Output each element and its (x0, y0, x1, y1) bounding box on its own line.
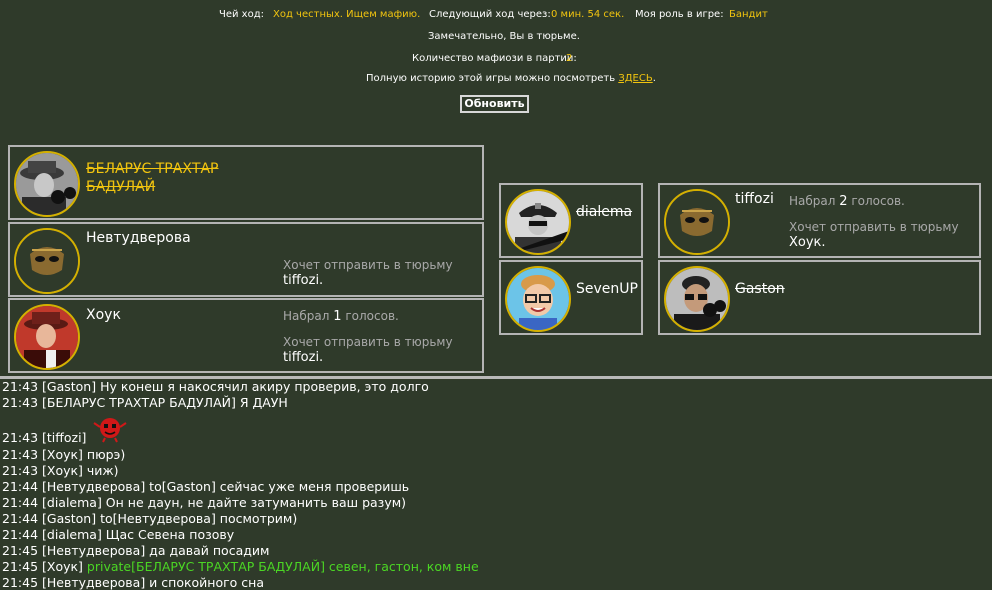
next-turn-info: Следующий ход через: (429, 9, 551, 20)
player-card-houk[interactable]: Хоук Набрал 1 голосов. Хочет отправить в… (8, 298, 484, 373)
next-turn-label: Следующий ход через: (429, 9, 551, 20)
wants-target-houk: tiffozi. (283, 350, 324, 365)
player-card-nevtudverova[interactable]: Невтудверова Хочет отправить в тюрьму ti… (8, 222, 484, 297)
mafia-count-value: 2 (566, 53, 573, 64)
role-label: Моя роль в игре: (635, 9, 724, 20)
chat-line: 21:43 [БЕЛАРУС ТРАХТАР БАДУЛАЙ] Я ДАУН (2, 395, 288, 410)
chat-line: 21:44 [Невтудверова] to[Gaston] сейчас у… (2, 479, 410, 494)
player-card-tiffozi[interactable]: tiffozi Набрал 2 голосов. Хочет отправит… (658, 183, 981, 258)
votes-prefix-tiffozi: Набрал (789, 194, 836, 208)
player-name-sevenup: SevenUP (576, 281, 638, 297)
player-name-dialema: dialema (576, 204, 633, 220)
wants-label-tiffozi: Хочет отправить в тюрьму (789, 220, 959, 234)
turn-info: Чей ход: (219, 9, 264, 20)
chat-line: 21:43 [Хоук] чиж) (2, 463, 119, 478)
chat-line: 21:44 [dialema] Он не даун, не дайте зат… (2, 495, 407, 510)
history-info: Полную историю этой игры можно посмотрет… (366, 73, 656, 84)
avatar-gaston (664, 266, 730, 332)
wants-target-nevtudverova: tiffozi. (283, 273, 324, 288)
chat-line: 21:45 [Хоук] private[БЕЛАРУС ТРАХТАР БАД… (2, 559, 479, 574)
smiley-icon (93, 418, 127, 443)
avatar-houk (14, 304, 80, 370)
history-text: Полную историю этой игры можно посмотрет… (366, 73, 616, 84)
turn-value: Ход честных. Ищем мафию. (273, 9, 421, 20)
chat-log[interactable]: 21:43 [Gaston] Ну конеш я накосячил акир… (0, 379, 992, 590)
player-name-gaston: Gaston (735, 281, 785, 297)
votes-info-houk: Набрал 1 голосов. (283, 309, 399, 324)
turn-label: Чей ход: (219, 9, 265, 20)
next-turn-value-box: 0 мин. 54 сек. (551, 9, 624, 20)
game-panel: Чей ход: Ход честных. Ищем мафию. Следую… (0, 0, 992, 378)
role-info: Моя роль в игре: (635, 9, 724, 20)
player-name-nevtudverova: Невтудверова (86, 230, 191, 246)
player-card-dialema[interactable]: dialema (499, 183, 643, 258)
votes-info-tiffozi: Набрал 2 голосов. (789, 194, 905, 209)
jail-notice: Замечательно, Вы в тюрьме. (428, 31, 580, 42)
wants-label-nevtudverova: Хочет отправить в тюрьму (283, 258, 453, 272)
avatar-sevenup (505, 266, 571, 332)
mafia-count-info: Количество мафиози в партии: (412, 53, 577, 64)
avatar-tiffozi (664, 189, 730, 255)
mafia-count-label: Количество мафиози в партии: (412, 53, 577, 64)
votes-suffix-tiffozi: голосов. (851, 194, 905, 208)
avatar-dialema (505, 189, 571, 255)
votes-prefix-houk: Набрал (283, 309, 330, 323)
jail-text: Замечательно, Вы в тюрьме. (428, 31, 580, 42)
private-message: private[БЕЛАРУС ТРАХТАР БАДУЛАЙ] севен, … (86, 559, 479, 574)
refresh-button[interactable]: Обновить (460, 95, 529, 113)
wants-label-houk: Хочет отправить в тюрьму (283, 335, 453, 349)
next-turn-value: 0 мин. 54 сек. (551, 9, 625, 20)
player-name-belarus-line2: БАДУЛАЙ (86, 179, 156, 195)
turn-value-box: Ход честных. Ищем мафию. (273, 9, 420, 20)
history-link[interactable]: ЗДЕСЬ (618, 73, 652, 84)
avatar-nevtudverova (14, 228, 80, 294)
history-dot: . (652, 73, 656, 84)
player-card-sevenup[interactable]: SevenUP (499, 260, 643, 335)
player-name-houk: Хоук (86, 307, 121, 323)
chat-line: 21:45 [Невтудверова] да давай посадим (2, 543, 270, 558)
role-value-box: Бандит (729, 9, 768, 20)
avatar-belarus (14, 151, 80, 217)
chat-line: 21:43 [Хоук] пюрэ) (2, 447, 126, 462)
player-card-gaston[interactable]: Gaston (658, 260, 981, 335)
chat-line: 21:44 [Gaston] to[Невтудверова] посмотри… (2, 511, 298, 526)
chat-line: 21:44 [dialema] Щас Севена позову (2, 527, 235, 542)
player-name-belarus-line1: БЕЛАРУС ТРАХТАР (86, 161, 219, 177)
player-card-belarus[interactable]: БЕЛАРУС ТРАХТАР БАДУЛАЙ (8, 145, 484, 220)
votes-count-tiffozi: 2 (839, 194, 848, 209)
chat-line: 21:43 [tiffozi] (2, 430, 87, 445)
wants-target-tiffozi: Хоук. (789, 235, 826, 250)
player-name-tiffozi: tiffozi (735, 191, 774, 207)
mafia-count-value-box: 2 (566, 53, 572, 64)
chat-line: 21:45 [Невтудверова] и спокойного сна (2, 575, 265, 590)
votes-suffix-houk: голосов. (345, 309, 399, 323)
chat-line: 21:43 [Gaston] Ну конеш я накосячил акир… (2, 379, 429, 394)
votes-count-houk: 1 (333, 309, 342, 324)
role-value: Бандит (729, 9, 768, 20)
